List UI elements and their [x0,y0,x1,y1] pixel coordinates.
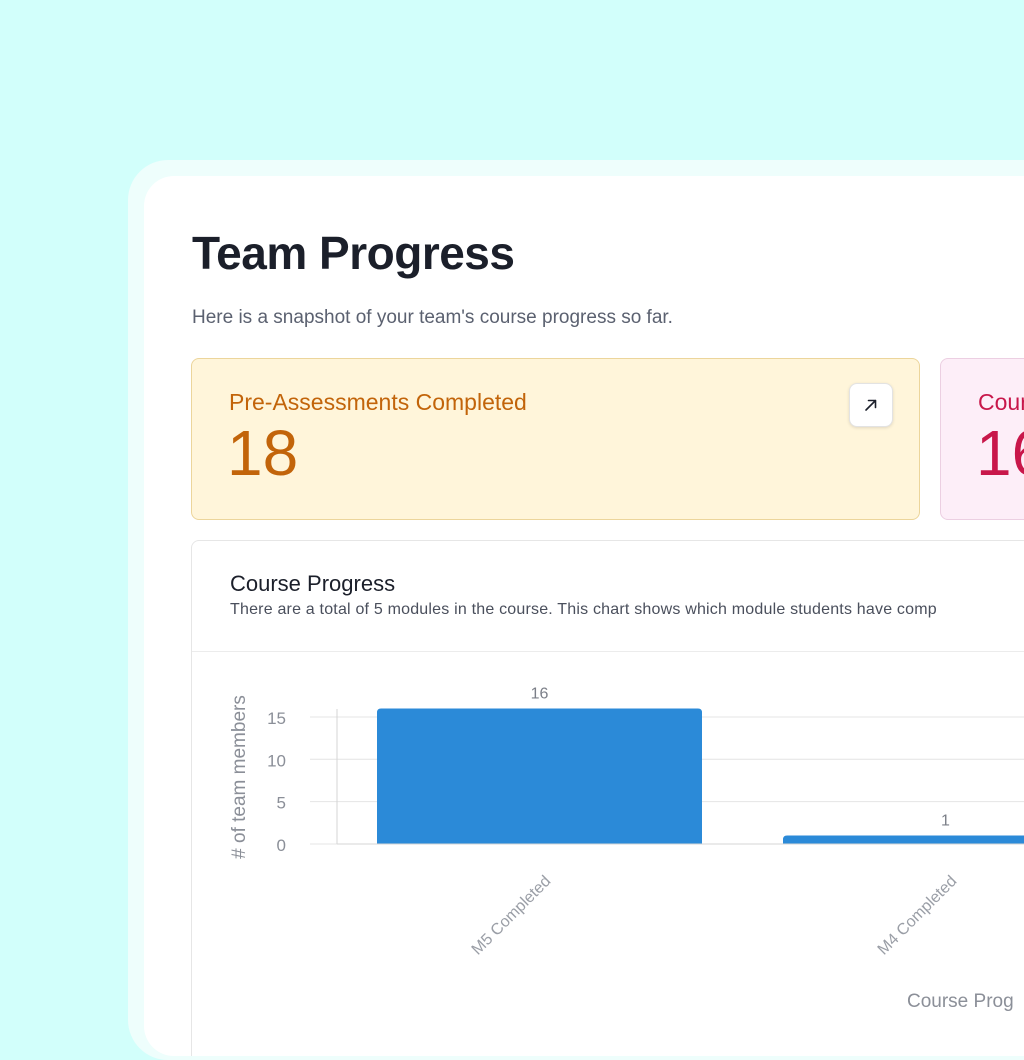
x-axis-label: Course Prog [907,991,1014,1012]
page-subtitle: Here is a snapshot of your team's course… [192,307,673,328]
stat-label: Pre-Assessments Completed [229,389,527,415]
stat-value: 18 [227,417,299,489]
stat-card-pre-assessments: Pre-Assessments Completed 18 [191,358,920,520]
y-tick-label: 10 [267,751,286,770]
dashboard-panel: Team Progress Here is a snapshot of your… [144,176,1024,1056]
course-progress-chart: 0 5 10 15 # of team members 16 M5 Completed 1 M4… [229,685,1024,1012]
y-tick-label: 5 [277,794,286,813]
course-progress-card: Course Progress There are a total of 5 m… [191,540,1024,1056]
bar [377,708,702,844]
bar-data-label: 16 [531,685,549,702]
x-tick-label: M4 Completed [875,873,961,959]
stat-label: Cour [978,389,1024,415]
x-tick-label: M5 Completed [469,873,555,959]
bar-data-label: 1 [941,813,950,830]
arrow-up-right-icon [865,399,877,411]
expand-button[interactable] [849,383,893,427]
stat-value: 16 [976,417,1024,489]
stat-card-course: Cour 16 [940,358,1024,520]
y-tick-label: 0 [277,836,286,855]
y-axis-label: # of team members [229,695,250,859]
y-tick-label: 15 [267,709,286,728]
page-title: Team Progress [192,227,515,279]
bar [783,835,1024,844]
